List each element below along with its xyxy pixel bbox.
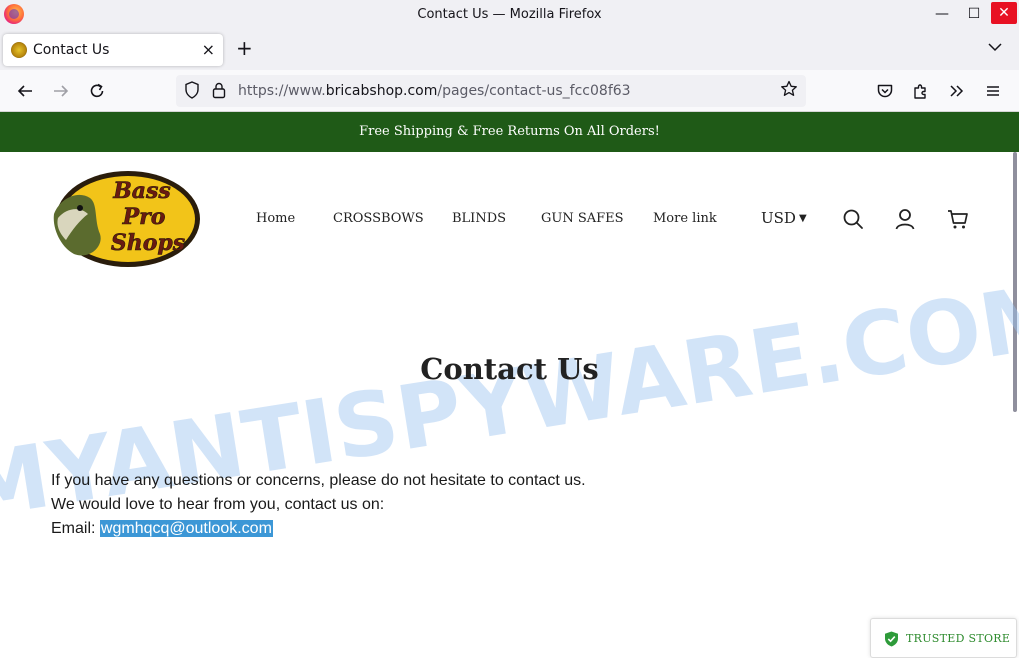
- account-icon[interactable]: [894, 208, 916, 230]
- watermark-text: MYANTISPYWARE.COM: [0, 263, 1019, 532]
- announcement-bar: Free Shipping & Free Returns On All Orde…: [0, 112, 1019, 152]
- email-label: Email:: [51, 520, 100, 537]
- nav-link-blinds[interactable]: BLINDS: [452, 211, 506, 226]
- more-tools-button[interactable]: [946, 80, 968, 102]
- caret-down-icon[interactable]: ▼: [799, 213, 807, 224]
- puzzle-piece-icon: [914, 84, 926, 99]
- address-bar[interactable]: https://www.bricabshop.com/pages/contact…: [176, 75, 806, 107]
- extensions-button[interactable]: [910, 80, 932, 102]
- url-path: /pages/contact-us_fcc08f63: [437, 83, 631, 99]
- url-host: bricabshop.com: [325, 83, 438, 99]
- email-link[interactable]: wgmhqcq@outlook.com: [99, 520, 273, 537]
- navigation-toolbar: https://www.bricabshop.com/pages/contact…: [0, 70, 1019, 112]
- maximize-button[interactable]: ☐: [960, 0, 988, 28]
- currency-selector[interactable]: USD: [761, 209, 796, 227]
- arrow-left-icon: [17, 85, 32, 97]
- site-favicon-icon: [11, 42, 27, 58]
- window-titlebar: Contact Us — Mozilla Firefox — ☐ ✕: [0, 0, 1019, 30]
- application-menu-button[interactable]: [982, 80, 1004, 102]
- tracking-protection-shield-icon[interactable]: [184, 81, 200, 103]
- tab-strip: Contact Us × +: [0, 30, 1019, 70]
- logo-text-line2: Pro: [122, 204, 166, 230]
- url-text[interactable]: https://www.bricabshop.com/pages/contact…: [238, 83, 631, 99]
- contact-text-line2: We would love to hear from you, contact …: [51, 496, 385, 513]
- shield-check-icon: [885, 631, 898, 647]
- nav-link-crossbows[interactable]: CROSSBOWS: [333, 211, 424, 226]
- tab-contact-us[interactable]: Contact Us ×: [3, 34, 223, 66]
- contact-email-line: Email: wgmhqcq@outlook.com: [51, 520, 273, 538]
- new-tab-button[interactable]: +: [236, 38, 253, 58]
- nav-link-home[interactable]: Home: [256, 211, 295, 226]
- bass-pro-shops-logo[interactable]: Bass Pro Shops: [50, 168, 202, 270]
- pocket-button[interactable]: [874, 80, 896, 102]
- contact-text-line1: If you have any questions or concerns, p…: [51, 472, 586, 489]
- tab-close-icon[interactable]: ×: [202, 40, 215, 59]
- logo-text-line3: Shops: [111, 230, 185, 256]
- close-window-button[interactable]: ✕: [991, 2, 1017, 24]
- double-chevron-right-icon: [950, 85, 964, 97]
- minimize-button[interactable]: —: [928, 0, 956, 28]
- forward-button[interactable]: [50, 80, 72, 102]
- nav-link-more[interactable]: More link: [653, 211, 717, 226]
- page-title: Contact Us: [420, 352, 599, 386]
- trusted-store-label: TRUSTED STORE: [906, 632, 1011, 645]
- back-button[interactable]: [14, 80, 36, 102]
- chevron-down-icon: [988, 43, 1002, 52]
- search-icon[interactable]: [842, 208, 864, 230]
- window-title: Contact Us — Mozilla Firefox: [417, 7, 602, 22]
- padlock-icon[interactable]: [212, 81, 226, 103]
- logo-text-line1: Bass: [112, 178, 171, 204]
- web-page: Free Shipping & Free Returns On All Orde…: [0, 112, 1019, 658]
- url-scheme: https://www.: [238, 83, 326, 99]
- reload-icon: [90, 83, 104, 98]
- list-all-tabs-button[interactable]: [988, 40, 1002, 56]
- arrow-right-icon: [54, 85, 69, 97]
- bookmark-star-icon[interactable]: [780, 80, 798, 103]
- tab-title: Contact Us: [33, 42, 110, 58]
- trusted-store-badge[interactable]: TRUSTED STORE: [870, 618, 1017, 658]
- cart-icon[interactable]: [947, 208, 969, 230]
- reload-button[interactable]: [86, 80, 108, 102]
- nav-link-gun-safes[interactable]: GUN SAFES: [541, 211, 624, 226]
- hamburger-menu-icon: [987, 86, 999, 96]
- pocket-icon: [877, 84, 893, 98]
